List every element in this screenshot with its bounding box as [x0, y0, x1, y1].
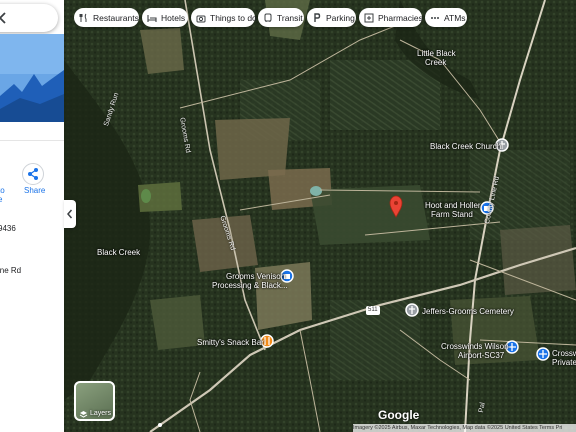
little-black-creek-label: Little Black	[417, 49, 456, 58]
hotel-icon	[147, 14, 157, 22]
collapse-panel-button[interactable]	[64, 200, 76, 228]
chip-label: Hotels	[161, 12, 186, 23]
directions-label-fragment-2[interactable]: e	[0, 195, 2, 204]
chip-transit[interactable]: Transit	[258, 8, 304, 27]
grooms-venison-label[interactable]: Grooms Venison	[226, 272, 285, 281]
chip-label: Restaurants	[93, 12, 139, 23]
atm-icon	[431, 16, 439, 19]
google-logo: Google	[378, 408, 420, 422]
black-creek-label: Black Creek	[97, 248, 141, 257]
directions-label-fragment[interactable]: to	[0, 186, 5, 195]
address-fragment[interactable]: ine Rd	[0, 266, 21, 275]
chip-label: ATMs	[444, 12, 466, 23]
black-creek-church-label[interactable]: Black Creek Church	[430, 142, 501, 151]
share-label[interactable]: Share	[24, 186, 45, 195]
hoot-holler-label-2[interactable]: Farm Stand	[431, 210, 473, 219]
chip-label: Pharmacies	[378, 12, 423, 23]
pond	[141, 189, 151, 203]
field	[310, 185, 430, 245]
search-box[interactable]	[0, 4, 58, 32]
jeffers-cemetery-label[interactable]: Jeffers-Grooms Cemetery	[422, 307, 514, 316]
crossw-fragment-label[interactable]: Crossw	[552, 349, 576, 358]
hoot-holler-label[interactable]: Hoot and Holler	[425, 201, 481, 210]
transit-icon	[264, 13, 272, 22]
pharmacy-icon	[364, 13, 374, 22]
camera-icon	[196, 15, 206, 22]
chip-label: Transit	[277, 12, 303, 23]
layers-label: Layers	[90, 410, 112, 417]
parking-icon	[314, 12, 321, 22]
layers-icon	[79, 411, 88, 418]
divider	[0, 140, 64, 141]
chevron-left-icon	[67, 209, 73, 219]
chip-atms[interactable]: ATMs	[425, 8, 467, 27]
restaurant-icon	[79, 13, 87, 22]
chip-hotels[interactable]: Hotels	[142, 8, 188, 27]
chip-restaurants[interactable]: Restaurants	[74, 8, 139, 27]
private-fragment-label[interactable]: Private	[552, 358, 576, 367]
crosswinds-label-2[interactable]: Airport-SC37	[458, 351, 504, 360]
map-dot	[158, 423, 162, 427]
chip-parking[interactable]: Parking	[307, 8, 356, 27]
share-icon	[28, 168, 38, 180]
place-details-panel: to e Share 9436 ine Rd	[0, 0, 64, 432]
chip-things-to-do[interactable]: Things to do	[191, 8, 257, 27]
chip-pharmacies[interactable]: Pharmacies	[359, 8, 423, 27]
smittys-label[interactable]: Smitty's Snack Bar	[197, 338, 264, 347]
close-icon[interactable]	[0, 10, 8, 26]
place-photo[interactable]	[0, 34, 64, 122]
pond	[310, 186, 322, 196]
location-pin-dot	[394, 201, 398, 205]
route-511-label: 511	[368, 307, 378, 313]
grooms-venison-label-2[interactable]: Processing & Black...	[212, 281, 288, 290]
crosswinds-label[interactable]: Crosswinds Wilson	[441, 342, 509, 351]
share-button[interactable]	[22, 163, 44, 185]
chip-label: Parking	[326, 12, 355, 23]
map-attribution[interactable]: Imagery ©2025 Airbus, Maxar Technologies…	[353, 424, 576, 432]
chip-label: Things to do	[210, 12, 257, 23]
phone-number-fragment[interactable]: 9436	[0, 224, 16, 233]
little-black-creek-label-2: Creek	[425, 58, 447, 67]
layers-button[interactable]: Layers	[74, 381, 115, 421]
